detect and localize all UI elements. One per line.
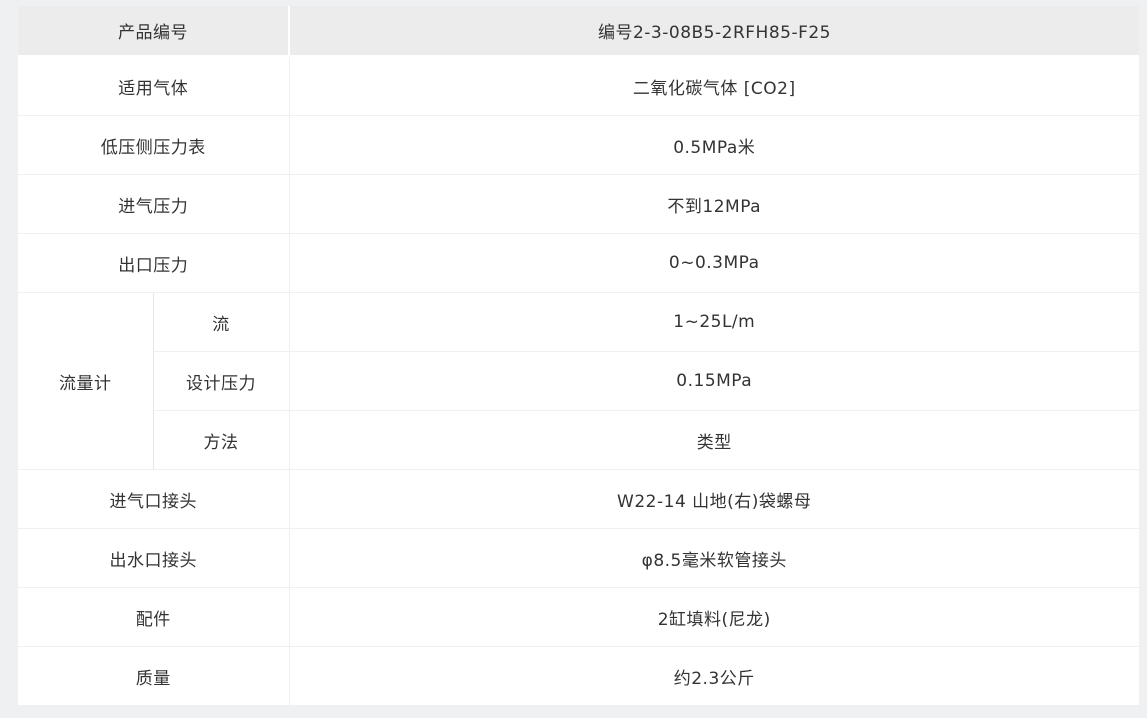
table-row: 低压侧压力表 0.5MPa米 <box>18 115 1139 175</box>
row-value: 编号2-3-08B5-2RFH85-F25 <box>289 6 1139 57</box>
table-row: 配件 2缸填料(尼龙) <box>18 587 1139 647</box>
table-row: 流量计 流 1~25L/m <box>18 292 1139 470</box>
row-label: 低压侧压力表 <box>18 115 290 175</box>
row-value: 约2.3公斤 <box>673 668 755 689</box>
row-label: 配件 <box>18 587 290 647</box>
row-value: 0~0.3MPa <box>289 233 1139 293</box>
table-row: 设计压力 0.15MPa <box>18 351 1139 411</box>
table-row: 进气口接头 W22-14 山地(右)袋螺母 <box>18 469 1139 529</box>
row-label: 质量 <box>18 646 290 705</box>
row-value: 不到12MPa <box>289 174 1139 234</box>
row-sublabel: 流 <box>153 292 290 352</box>
flowmeter-group-label: 流量计 <box>18 292 154 470</box>
table-row: 方法 类型 <box>18 410 1139 470</box>
row-value: 1~25L/m <box>289 292 1139 352</box>
table-row: 出水口接头 φ8.5毫米软管接头 <box>18 528 1139 588</box>
row-value: 0.5MPa米 <box>289 115 1139 175</box>
row-label: 出水口接头 <box>18 528 290 588</box>
row-label: 产品编号 <box>18 6 290 57</box>
row-sublabel: 设计压力 <box>153 351 290 411</box>
row-value: 2缸填料(尼龙) <box>289 587 1139 647</box>
row-label: 适用气体 <box>18 56 290 116</box>
row-label: 进气口接头 <box>18 469 290 529</box>
row-value: 0.15MPa <box>289 351 1139 411</box>
table-row: 出口压力 0~0.3MPa <box>18 233 1139 293</box>
row-label: 出口压力 <box>18 233 290 293</box>
table-row: 质量 约2.3公斤 <box>18 646 1139 705</box>
row-value: 类型 <box>289 410 1139 470</box>
row-sublabel: 方法 <box>153 410 290 470</box>
row-value: W22-14 山地(右)袋螺母 <box>289 469 1139 529</box>
row-value: φ8.5毫米软管接头 <box>289 528 1139 588</box>
table-row: 适用气体 二氧化碳气体 [CO2] <box>18 56 1139 116</box>
row-value: 二氧化碳气体 [CO2] <box>289 56 1139 116</box>
row-label: 进气压力 <box>18 174 290 234</box>
spec-table: 产品编号 编号2-3-08B5-2RFH85-F25 适用气体 二氧化碳气体 [… <box>18 6 1139 705</box>
table-row-product-number: 产品编号 编号2-3-08B5-2RFH85-F25 <box>18 6 1139 57</box>
table-row: 进气压力 不到12MPa <box>18 174 1139 234</box>
